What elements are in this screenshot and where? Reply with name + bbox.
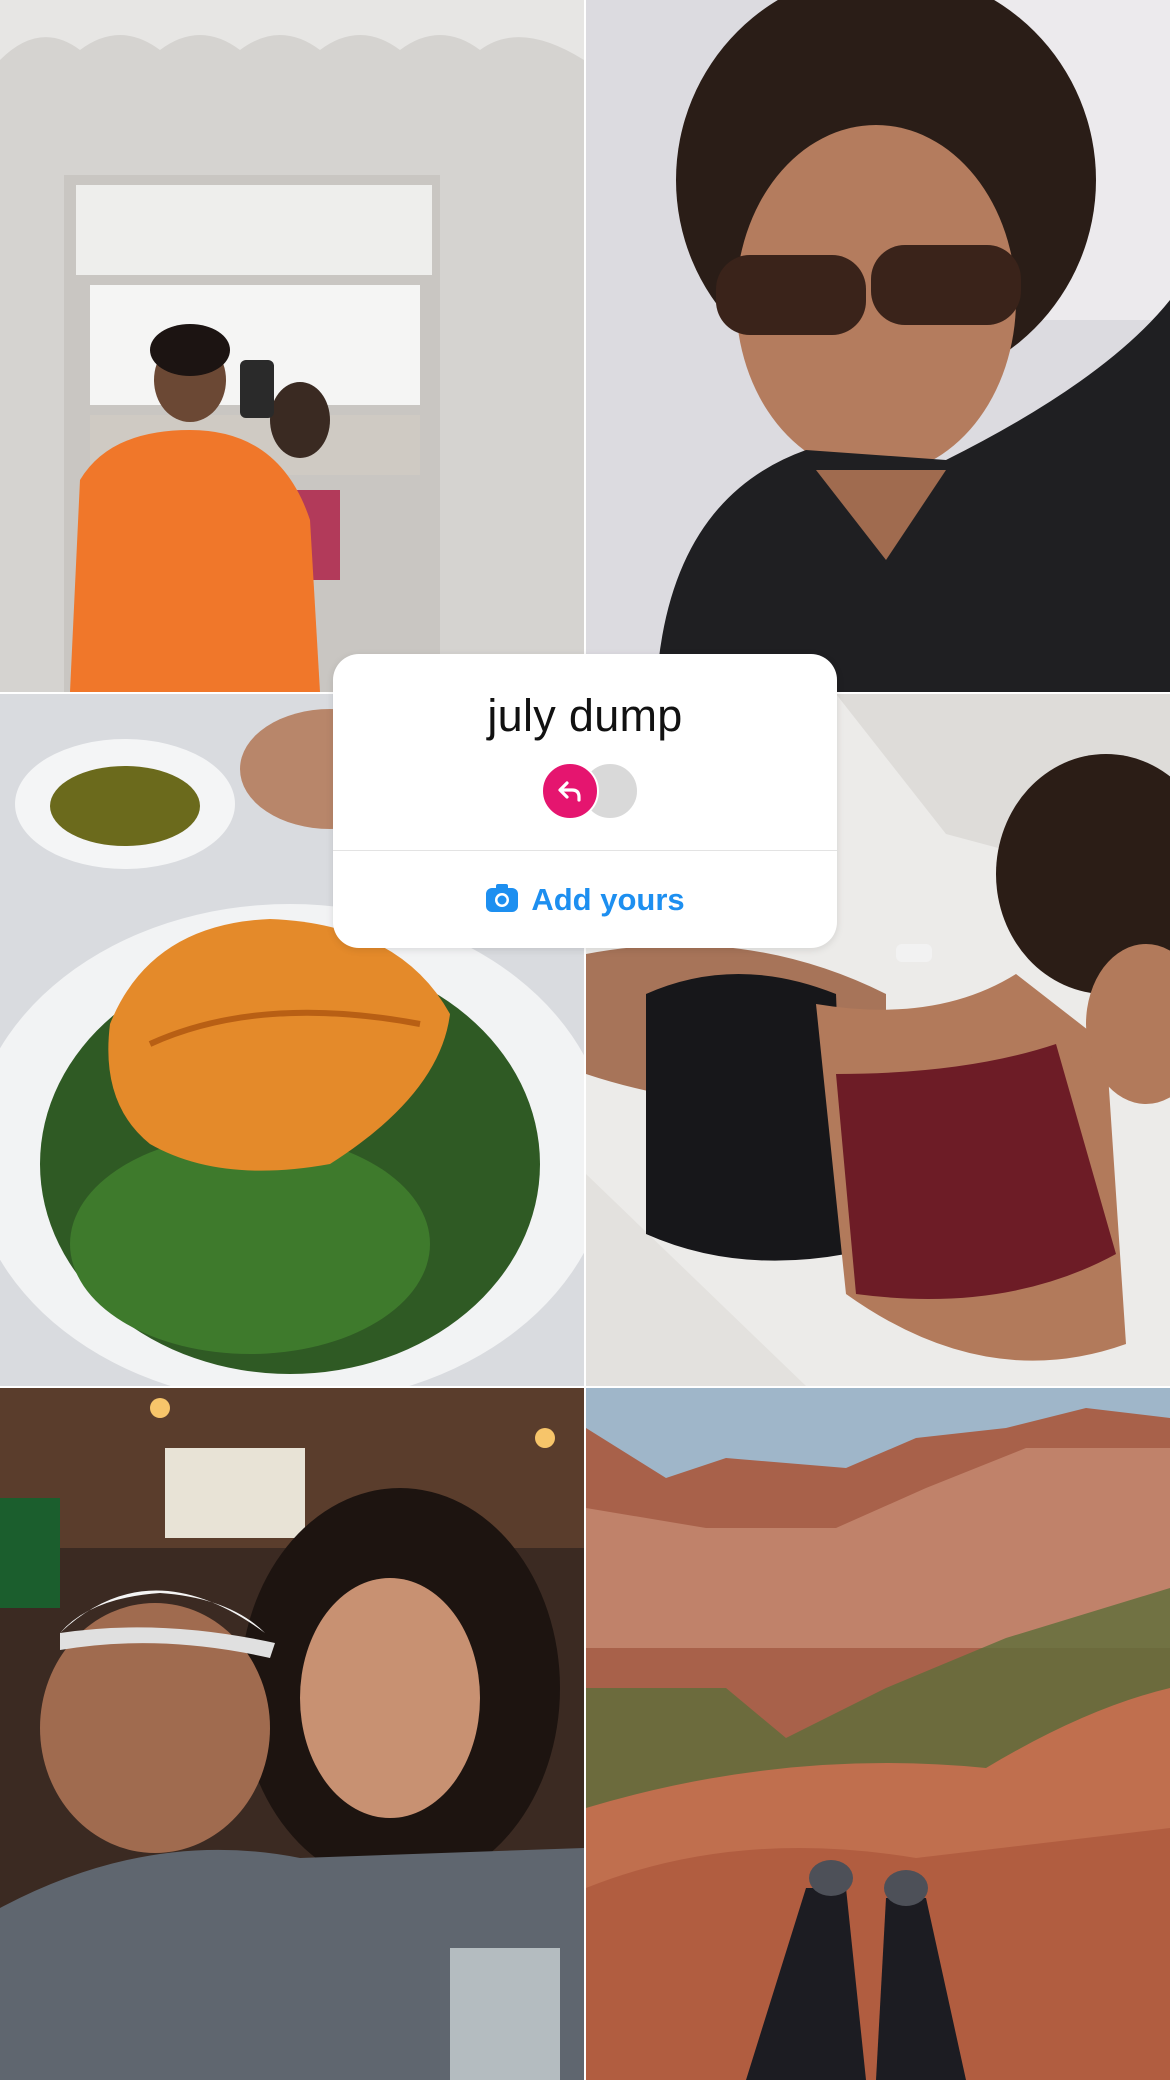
participant-avatars[interactable] xyxy=(541,760,641,820)
camera-icon xyxy=(485,883,519,918)
mirror-selfie-photo xyxy=(0,0,584,692)
photo-grid xyxy=(0,0,1170,2080)
reply-arrow-icon xyxy=(541,762,599,820)
add-yours-label: Add yours xyxy=(531,882,685,917)
canyon-view-photo xyxy=(586,1388,1170,2080)
sticker-divider xyxy=(333,850,837,851)
sticker-title: july dump xyxy=(487,690,683,741)
sunglasses-selfie-photo xyxy=(586,0,1170,692)
add-yours-sticker[interactable]: july dump Add yours xyxy=(333,654,837,948)
father-daughter-photo xyxy=(0,1388,584,2080)
add-yours-button[interactable]: Add yours xyxy=(333,852,837,948)
